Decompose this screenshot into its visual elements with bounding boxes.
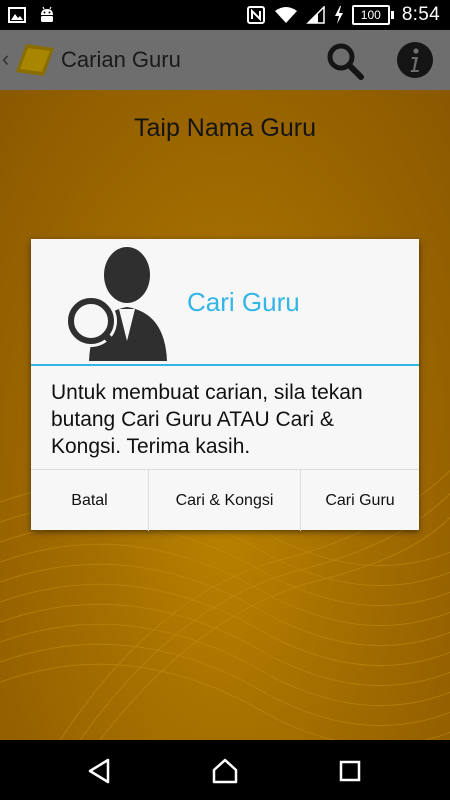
app-bar-title: Carian Guru: [61, 47, 181, 72]
back-icon[interactable]: [86, 757, 114, 785]
charging-icon: [334, 6, 344, 24]
image-icon: [8, 7, 26, 23]
android-icon: [38, 6, 56, 24]
dialog-title: Cari Guru: [187, 287, 300, 317]
clock: 8:54: [401, 4, 440, 25]
status-bar-notifications: [8, 0, 56, 30]
back-chevron-icon[interactable]: ‹: [2, 46, 9, 72]
battery-level: 100: [351, 5, 390, 25]
navigation-bar: [0, 740, 450, 800]
dialog-button-bar: Batal Cari & Kongsi Cari Guru: [31, 469, 419, 531]
search-dialog: Cari Guru Untuk membuat carian, sila tek…: [31, 239, 419, 531]
signal-icon: [306, 6, 326, 24]
search-and-share-button[interactable]: Cari & Kongsi: [148, 470, 300, 531]
battery-icon: 100: [351, 5, 394, 25]
dialog-header: Cari Guru: [31, 239, 419, 365]
info-icon[interactable]: [396, 41, 434, 79]
dialog-divider: [31, 364, 419, 366]
home-icon[interactable]: [211, 757, 239, 785]
app-logo-icon[interactable]: [16, 42, 56, 83]
status-bar: 100 8:54: [0, 0, 450, 30]
nfc-icon: [246, 5, 266, 25]
search-icon[interactable]: [324, 40, 366, 82]
screen: 100 8:54 ‹ Carian Guru Taip Nama Guru Ca…: [0, 0, 450, 800]
user-search-icon: [61, 243, 171, 366]
recents-icon[interactable]: [336, 757, 364, 785]
dialog-message: Untuk membuat carian, sila tekan butang …: [51, 381, 363, 458]
wifi-icon: [274, 6, 298, 24]
page-heading: Taip Nama Guru: [133, 114, 317, 142]
cancel-button[interactable]: Batal: [31, 470, 148, 531]
app-bar: ‹ Carian Guru: [0, 30, 450, 90]
search-teacher-button[interactable]: Cari Guru: [300, 470, 419, 531]
status-bar-system: 100 8:54: [246, 0, 440, 30]
